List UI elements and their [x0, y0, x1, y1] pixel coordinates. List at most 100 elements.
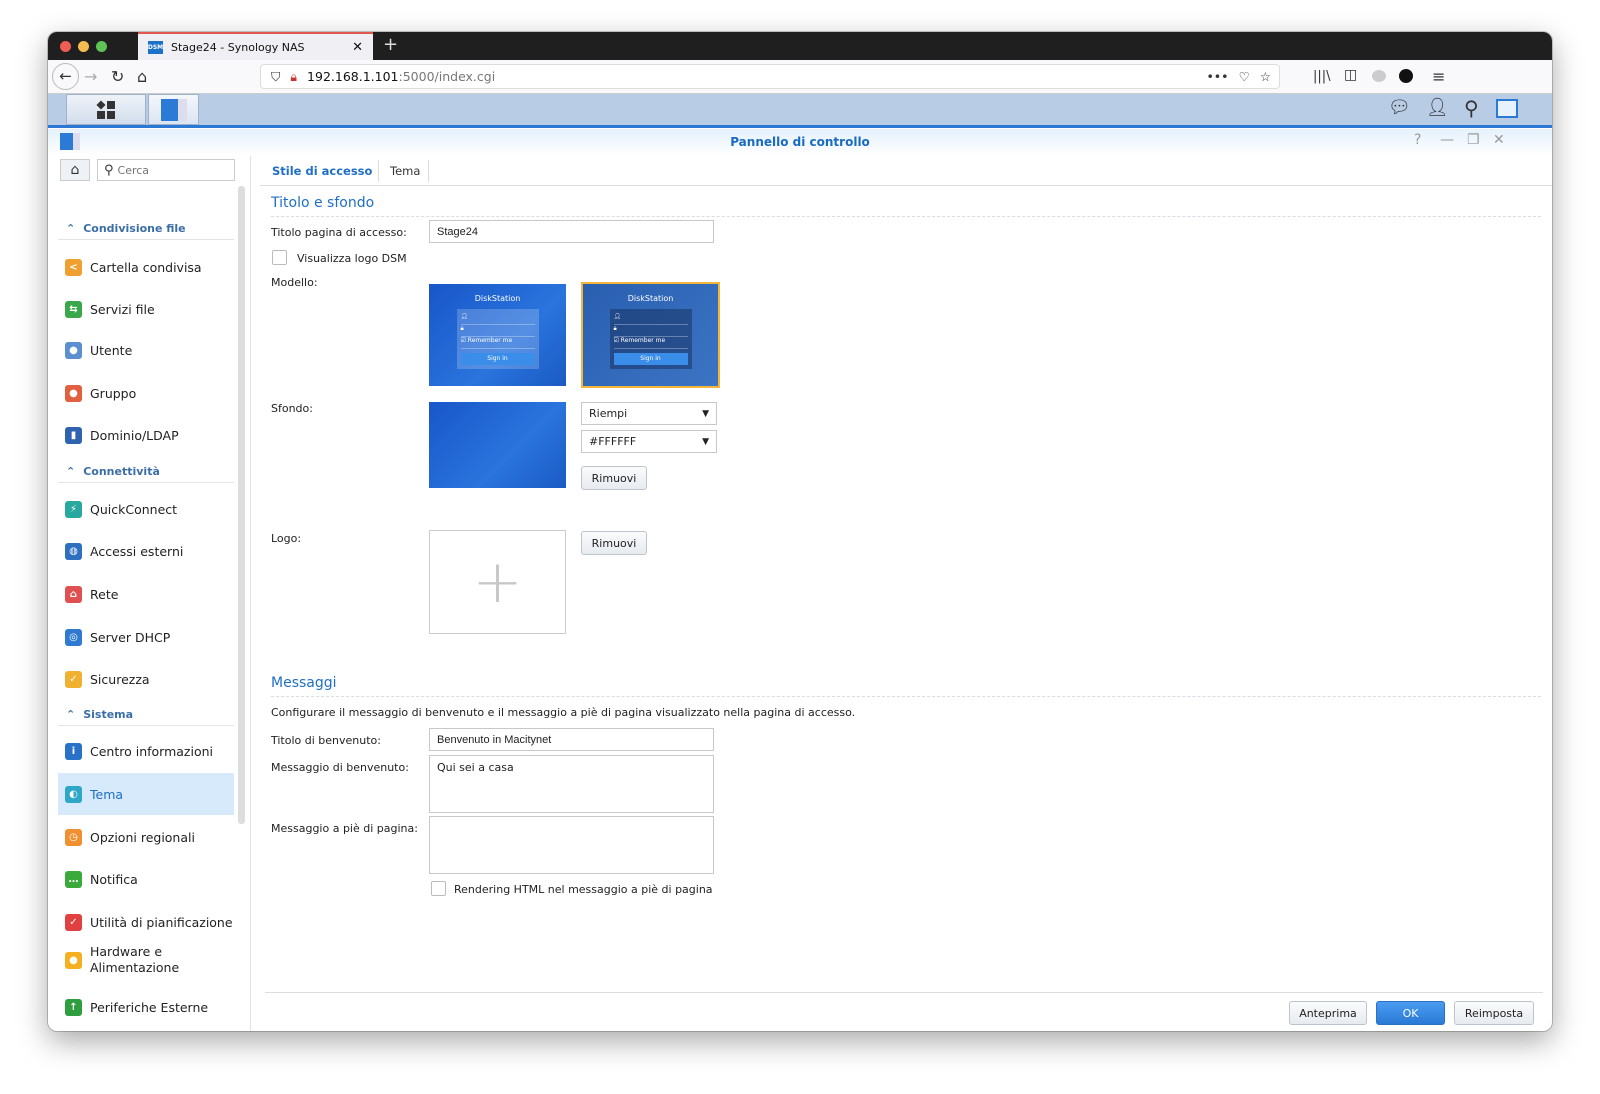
template-signin: Sign in [460, 353, 535, 365]
footer-message-textarea[interactable] [429, 816, 714, 874]
sidebar-toggle-icon[interactable]: ◫ [1344, 67, 1357, 83]
sidebar-item[interactable]: ↻Aggiorna e Ripristina [58, 1028, 234, 1031]
add-logo-button[interactable]: + [429, 530, 566, 634]
help-button[interactable]: ? [1414, 132, 1421, 148]
sidebar-section-header[interactable]: ⌃ Connettività [58, 461, 234, 483]
dsm-favicon-icon: DSM [148, 40, 163, 54]
color-value: #FFFFFF [589, 435, 637, 448]
reset-button[interactable]: Reimposta [1454, 1001, 1534, 1025]
url-path: :5000/index.cgi [398, 69, 496, 84]
divider [378, 160, 379, 182]
minimize-window-button[interactable] [78, 41, 89, 52]
control-panel-icon [160, 99, 187, 121]
tab-login-style[interactable]: Stile di accesso [272, 164, 372, 178]
search-input[interactable] [117, 163, 218, 177]
password-manager-icon[interactable] [1399, 69, 1413, 83]
sidebar-item[interactable]: ● Gruppo [58, 372, 234, 414]
sidebar-item[interactable]: i Centro informazioni [58, 730, 234, 772]
menu-icon[interactable]: ≡ [1432, 67, 1445, 86]
close-button[interactable]: ✕ [1493, 132, 1505, 148]
sidebar-item[interactable]: ✓ Sicurezza [58, 658, 234, 700]
shield-icon: ⛉ [271, 68, 281, 84]
fill-mode-select[interactable]: Riempi ▼ [581, 402, 717, 425]
template-option-1[interactable]: DiskStation 👤︎ 🔒︎ ☑ Remember me Sign in [429, 284, 566, 386]
sidebar-item[interactable]: ● Utente [58, 329, 234, 371]
sidebar-item-label: Gruppo [90, 385, 137, 401]
sidebar-item-label: Utilità di pianificazione [90, 914, 233, 930]
task-scheduler-icon: ✓ [65, 913, 82, 931]
new-tab-button[interactable]: + [383, 34, 398, 55]
welcome-message-textarea[interactable]: Qui sei a casa [429, 755, 714, 813]
divider [271, 216, 1541, 217]
navigation-bar: ← → ↻ ⌂ ⛉ 🔒︎ 192.168.1.101:5000/index.cg… [48, 60, 1552, 94]
sidebar-search[interactable]: ⚲ [97, 159, 235, 181]
sidebar-section-header[interactable]: ⌃ Sistema [58, 704, 234, 726]
search-icon[interactable]: ⚲ [1464, 96, 1479, 120]
sidebar-item[interactable]: ◍ Accessi esterni [58, 530, 234, 572]
sidebar-item[interactable]: < Cartella condivisa [58, 246, 234, 288]
home-button[interactable]: ⌂ [137, 67, 147, 86]
sidebar-item[interactable]: … Notifica [58, 858, 234, 900]
ok-button[interactable]: OK [1376, 1001, 1445, 1025]
close-window-button[interactable] [60, 41, 71, 52]
hardware-icon: ● [65, 951, 82, 969]
restore-button[interactable]: ❐ [1467, 132, 1480, 148]
divider [428, 160, 429, 182]
sidebar-item[interactable]: ✓ Utilità di pianificazione [58, 901, 234, 943]
pocket-icon[interactable]: ♡ [1239, 69, 1250, 84]
section-label: Condivisione file [83, 222, 186, 235]
template-label: Modello: [271, 276, 318, 289]
more-icon[interactable]: ••• [1206, 69, 1228, 84]
sidebar-item[interactable]: ◷ Opzioni regionali [58, 816, 234, 858]
sidebar-item-label: Servizi file [90, 301, 155, 317]
template-option-2-selected[interactable]: DiskStation 👤︎ 🔒︎ ☑ Remember me Sign in [581, 282, 720, 388]
main-menu-button[interactable] [66, 94, 146, 125]
section-label: Sistema [83, 708, 134, 721]
template-remember: Remember me [467, 337, 513, 344]
sidebar-item[interactable]: ↑ Periferiche Esterne [58, 986, 234, 1028]
sidebar-item[interactable]: ⇆ Servizi file [58, 288, 234, 330]
notifications-icon[interactable]: 💬︎ [1388, 97, 1411, 118]
back-button[interactable]: ← [52, 63, 79, 90]
welcome-title-input[interactable] [429, 728, 714, 751]
extension-icon[interactable] [1372, 70, 1386, 82]
section-title-messages: Messaggi [271, 675, 337, 691]
bookmark-star-icon[interactable]: ☆ [1260, 69, 1271, 84]
close-tab-icon[interactable]: ✕ [352, 40, 363, 55]
home-button[interactable]: ⌂ [60, 159, 90, 181]
page-title-input[interactable] [429, 220, 714, 243]
sidebar-item[interactable]: ● Hardware e Alimentazione [58, 940, 234, 980]
external-access-icon: ◍ [65, 542, 82, 560]
library-icon[interactable]: |||\ [1313, 69, 1331, 84]
remove-logo-button[interactable]: Rimuovi [581, 531, 647, 555]
html-rendering-checkbox[interactable] [431, 881, 446, 896]
tab-strip: Stile di accesso Tema [260, 158, 1552, 186]
browser-tab[interactable]: DSM Stage24 - Synology NAS ✕ [138, 32, 373, 60]
shared-folder-icon: < [65, 258, 82, 276]
sidebar-item[interactable]: ▮ Dominio/LDAP [58, 414, 234, 456]
control-panel-taskbar-button[interactable] [148, 94, 199, 125]
reload-button[interactable]: ↻ [111, 67, 124, 86]
url-bar[interactable]: ⛉ 🔒︎ 192.168.1.101:5000/index.cgi ••• ♡ … [260, 64, 1280, 89]
sidebar-scrollbar[interactable] [238, 186, 245, 824]
sidebar-item-label: Centro informazioni [90, 743, 214, 759]
minimize-button[interactable]: — [1440, 132, 1454, 148]
remove-background-button[interactable]: Rimuovi [581, 466, 647, 490]
zoom-window-button[interactable] [96, 41, 107, 52]
sidebar-item[interactable]: ◎ Server DHCP [58, 616, 234, 658]
sidebar-item[interactable]: ⌂ Rete [58, 573, 234, 615]
sidebar-item-label: Tema [90, 786, 124, 802]
sidebar-item[interactable]: ◐ Tema [58, 773, 234, 815]
sidebar-item[interactable]: ⚡ QuickConnect [58, 488, 234, 530]
sidebar-section-header[interactable]: ⌃ Condivisione file [58, 218, 234, 240]
widgets-icon[interactable] [1496, 99, 1518, 118]
tab-title: Stage24 - Synology NAS [171, 40, 305, 54]
forward-button[interactable]: → [84, 67, 97, 86]
tab-theme[interactable]: Tema [390, 164, 420, 178]
show-dsm-logo-checkbox[interactable] [272, 250, 287, 265]
divider [250, 156, 251, 1031]
background-preview [429, 402, 566, 488]
user-menu-icon[interactable]: 👤︎ [1426, 97, 1449, 118]
preview-button[interactable]: Anteprima [1289, 1001, 1367, 1025]
color-select[interactable]: #FFFFFF ▼ [581, 430, 717, 453]
